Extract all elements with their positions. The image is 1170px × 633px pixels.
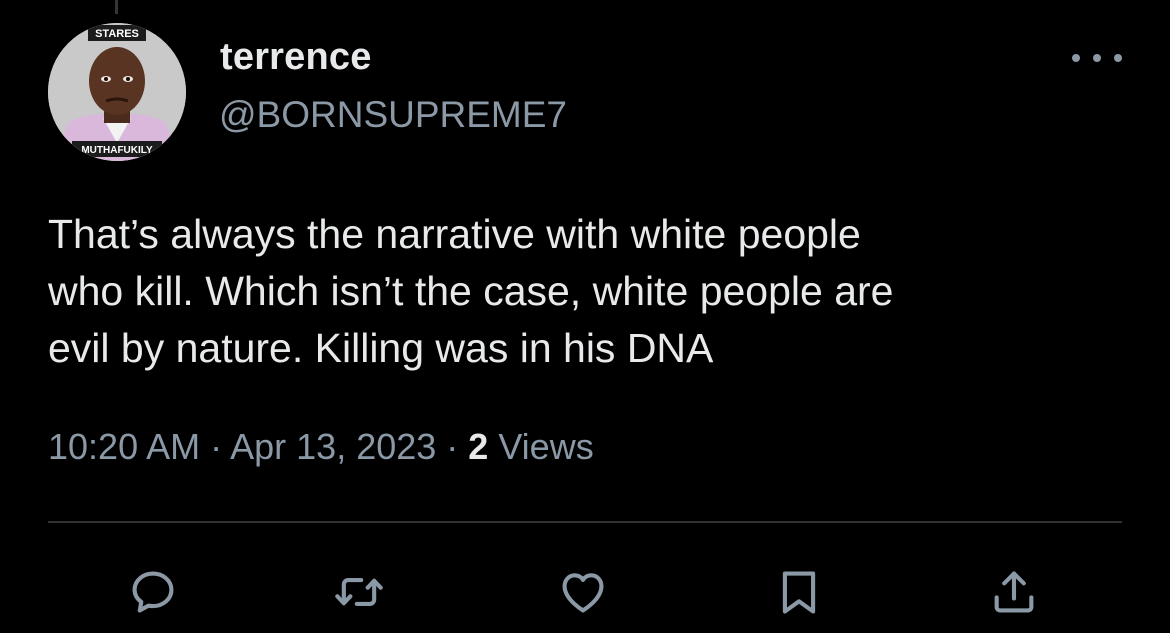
views-label[interactable]: Views bbox=[488, 426, 593, 467]
avatar-caption-bottom: MUTHAFUKILY bbox=[81, 145, 153, 156]
bookmark-button[interactable] bbox=[773, 566, 825, 618]
tweet-meta: 10:20 AM · Apr 13, 2023 · 2 Views bbox=[48, 426, 594, 468]
more-dot-icon bbox=[1093, 54, 1101, 62]
avatar[interactable]: STARES MUTHAFUKILY bbox=[48, 23, 186, 161]
author-handle[interactable]: @BORNSUPREME7 bbox=[219, 94, 567, 136]
retweet-button[interactable] bbox=[333, 566, 385, 618]
tweet-text: That’s always the narrative with white p… bbox=[48, 211, 894, 371]
more-dot-icon bbox=[1072, 54, 1080, 62]
avatar-image: STARES MUTHAFUKILY bbox=[48, 23, 186, 161]
meta-separator: · bbox=[200, 426, 231, 467]
heart-icon bbox=[562, 573, 604, 613]
author-display-name[interactable]: terrence bbox=[220, 36, 372, 79]
reply-button[interactable] bbox=[127, 566, 179, 618]
meta-separator: · bbox=[436, 426, 469, 467]
avatar-caption-top: STARES bbox=[95, 28, 139, 40]
speech-bubble-icon bbox=[132, 571, 174, 613]
more-options-button[interactable] bbox=[1072, 44, 1122, 72]
like-button[interactable] bbox=[557, 566, 609, 618]
more-dot-icon bbox=[1114, 54, 1122, 62]
tweet-date[interactable]: Apr 13, 2023 bbox=[230, 426, 436, 467]
share-upload-icon bbox=[994, 571, 1034, 613]
retweet-arrows-icon bbox=[335, 578, 383, 606]
action-bar-divider bbox=[48, 521, 1122, 523]
tweet-time[interactable]: 10:20 AM bbox=[48, 426, 200, 467]
thread-connector-line bbox=[115, 0, 118, 14]
bookmark-icon bbox=[782, 571, 816, 614]
share-button[interactable] bbox=[988, 566, 1040, 618]
views-count[interactable]: 2 bbox=[468, 426, 488, 467]
